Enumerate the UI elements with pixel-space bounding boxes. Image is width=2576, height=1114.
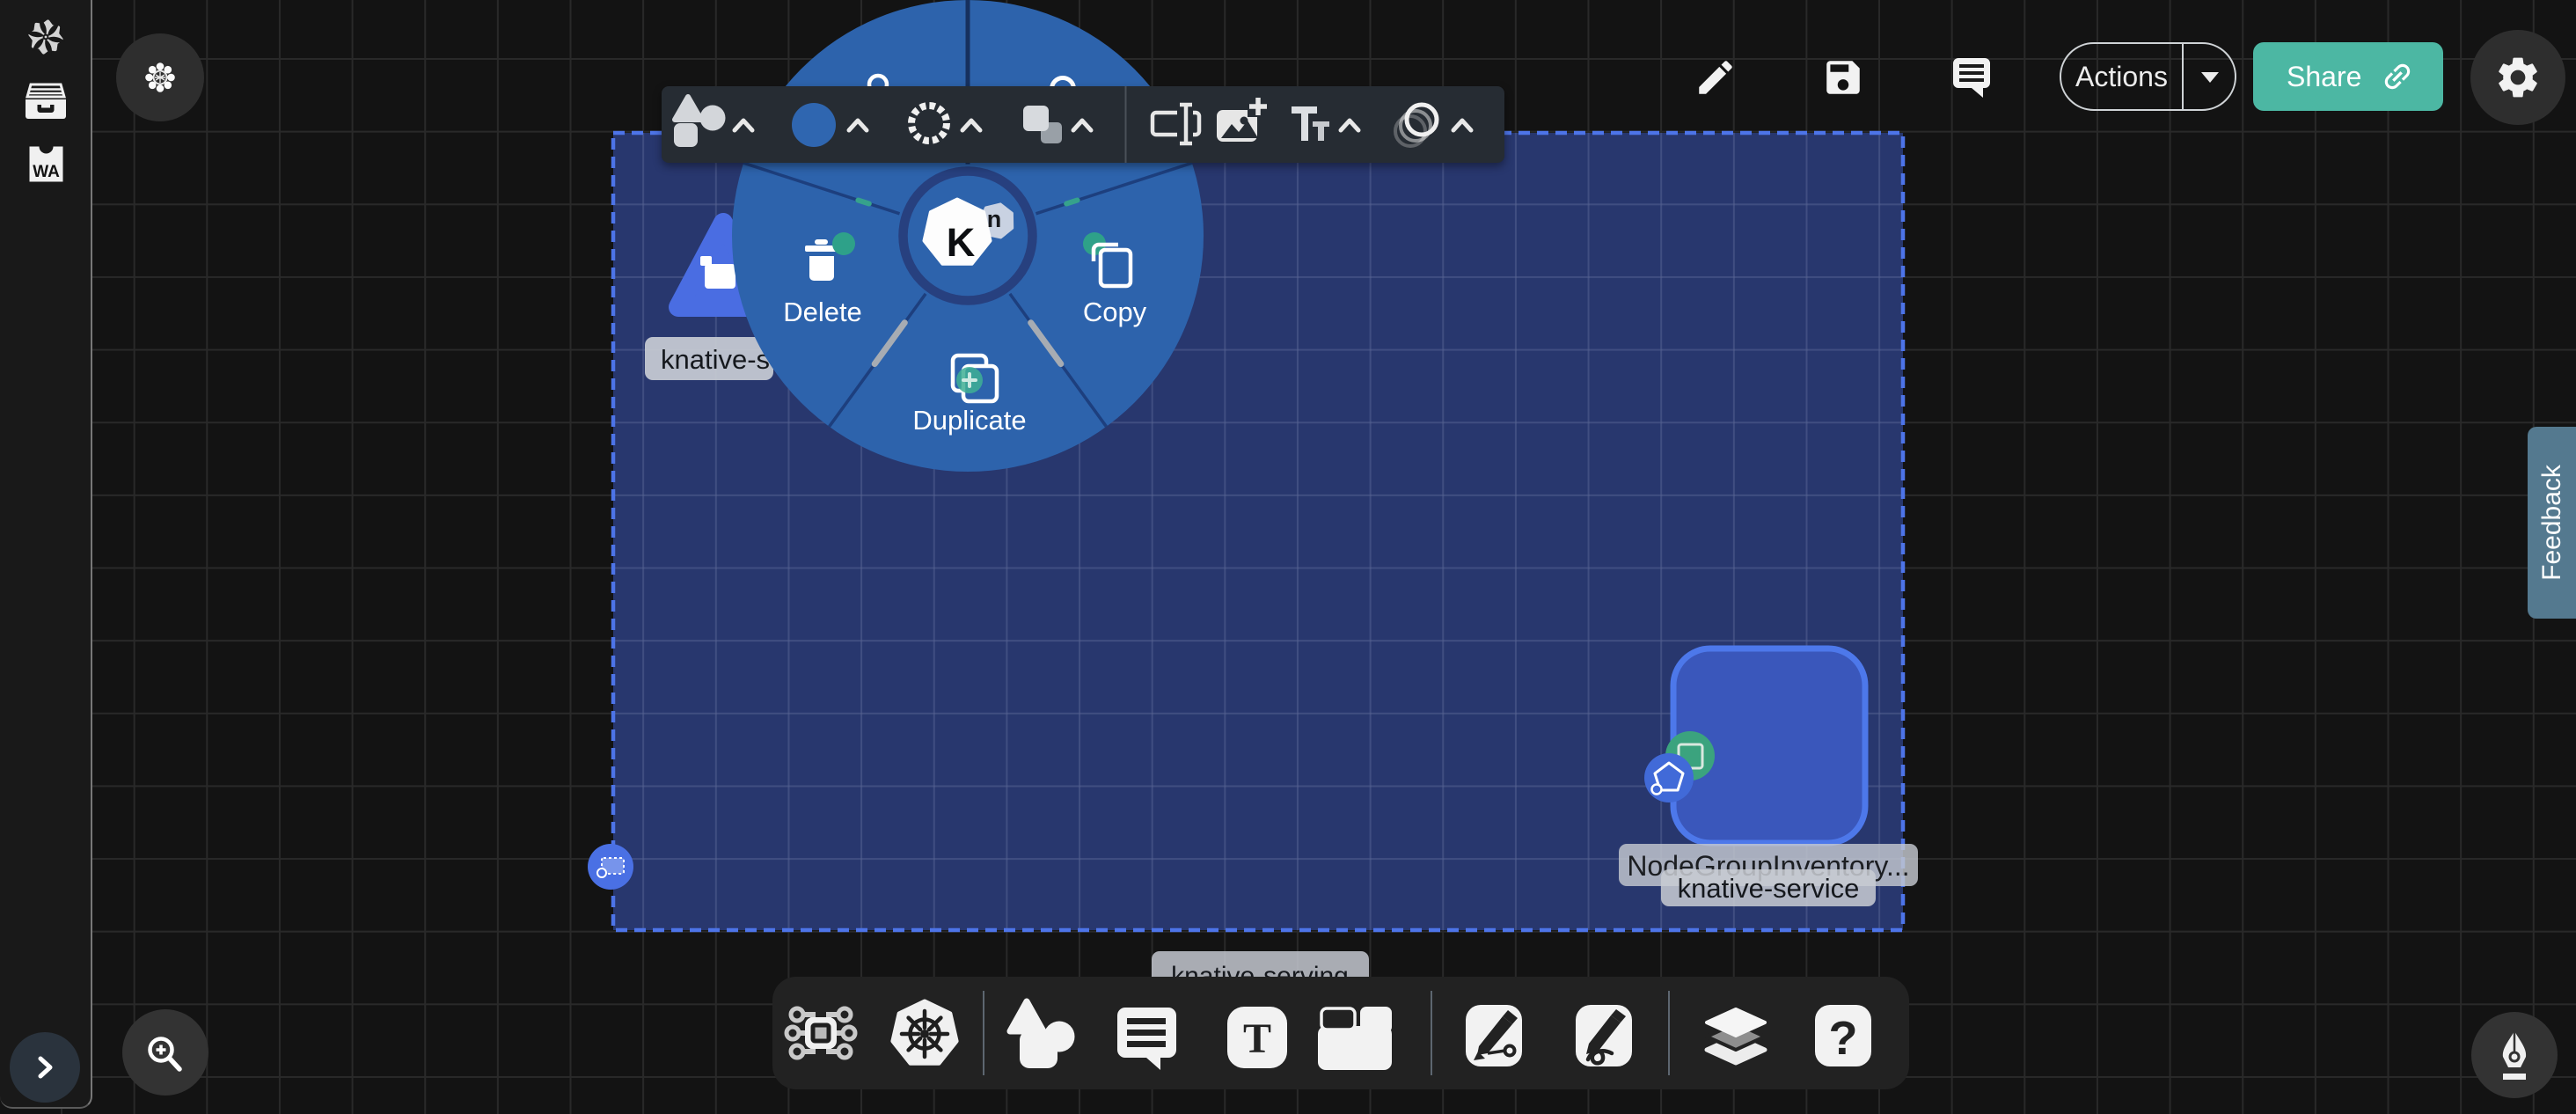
- svg-text:T: T: [1243, 1015, 1271, 1062]
- svg-text:Delete: Delete: [783, 297, 862, 327]
- svg-text:n: n: [987, 206, 1002, 232]
- svg-text:knative-service: knative-service: [1678, 873, 1860, 904]
- svg-text:?: ?: [1829, 1012, 1858, 1065]
- svg-text:K: K: [947, 220, 976, 265]
- svg-text:Duplicate: Duplicate: [912, 405, 1026, 436]
- svg-text:WA: WA: [33, 163, 60, 181]
- svg-text:Copy: Copy: [1083, 297, 1147, 327]
